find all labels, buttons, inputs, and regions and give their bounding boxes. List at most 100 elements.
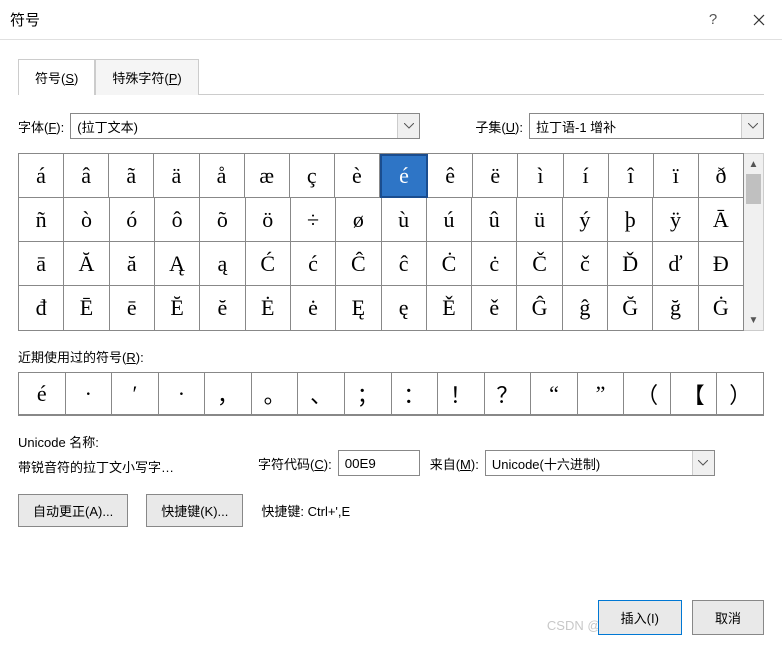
grid-cell[interactable]: ĕ: [200, 286, 245, 330]
grid-cell[interactable]: Ē: [64, 286, 109, 330]
grid-cell[interactable]: ñ: [19, 198, 64, 242]
grid-cell[interactable]: ý: [563, 198, 608, 242]
unicode-name-area: Unicode 名称: 带锐音符的拉丁文小写字… 字符代码(C): 来自(M):…: [18, 432, 764, 476]
grid-cell[interactable]: Č: [517, 242, 562, 286]
grid-cell[interactable]: ğ: [653, 286, 698, 330]
grid-cell[interactable]: ā: [19, 242, 64, 286]
recent-cell[interactable]: 。: [252, 373, 299, 415]
help-button[interactable]: ?: [690, 0, 736, 40]
grid-cell[interactable]: ø: [336, 198, 381, 242]
grid-cell[interactable]: ó: [110, 198, 155, 242]
grid-cell[interactable]: þ: [608, 198, 653, 242]
grid-cell[interactable]: Ę: [336, 286, 381, 330]
grid-cell[interactable]: ð: [699, 154, 743, 198]
autocorrect-button[interactable]: 自动更正(A)...: [18, 494, 128, 527]
recent-cell[interactable]: ，: [205, 373, 252, 415]
grid-cell[interactable]: ć: [291, 242, 336, 286]
grid-cell[interactable]: ê: [428, 154, 473, 198]
grid-cell[interactable]: è: [335, 154, 380, 198]
from-select[interactable]: Unicode(十六进制): [485, 450, 715, 476]
grid-cell[interactable]: Ĕ: [155, 286, 200, 330]
tab-special-chars[interactable]: 特殊字符(P): [95, 59, 198, 95]
grid-cell[interactable]: Ė: [246, 286, 291, 330]
close-button[interactable]: [736, 0, 782, 40]
recent-cell[interactable]: ·: [66, 373, 113, 415]
grid-cell[interactable]: Ā: [699, 198, 743, 242]
recent-cell[interactable]: ？: [485, 373, 532, 415]
recent-cell[interactable]: ”: [578, 373, 625, 415]
grid-cell[interactable]: Ď: [608, 242, 653, 286]
recent-cell[interactable]: “: [531, 373, 578, 415]
recent-cell[interactable]: ；: [345, 373, 392, 415]
window-title: 符号: [10, 9, 690, 30]
grid-cell[interactable]: č: [563, 242, 608, 286]
grid-cell[interactable]: ä: [154, 154, 199, 198]
tab-symbols[interactable]: 符号(S): [18, 59, 95, 95]
grid-cell[interactable]: ę: [382, 286, 427, 330]
grid-cell[interactable]: ă: [110, 242, 155, 286]
grid-cell[interactable]: Ă: [64, 242, 109, 286]
grid-cell[interactable]: đ: [19, 286, 64, 330]
grid-cell[interactable]: ě: [472, 286, 517, 330]
grid-cell[interactable]: Ć: [246, 242, 291, 286]
grid-cell[interactable]: Ğ: [608, 286, 653, 330]
grid-cell[interactable]: ė: [291, 286, 336, 330]
recent-cell[interactable]: é: [19, 373, 66, 415]
grid-cell[interactable]: ÷: [291, 198, 336, 242]
grid-cell[interactable]: õ: [200, 198, 245, 242]
recent-cell[interactable]: ！: [438, 373, 485, 415]
grid-cell[interactable]: ë: [473, 154, 518, 198]
grid-scrollbar[interactable]: ▲ ▼: [744, 153, 764, 331]
recent-cell[interactable]: 、: [298, 373, 345, 415]
grid-cell[interactable]: Ĝ: [517, 286, 562, 330]
grid-cell[interactable]: Ě: [427, 286, 472, 330]
grid-cell[interactable]: í: [564, 154, 609, 198]
grid-cell[interactable]: ã: [109, 154, 154, 198]
grid-cell[interactable]: ì: [518, 154, 563, 198]
grid-cell[interactable]: Ċ: [427, 242, 472, 286]
grid-cell[interactable]: æ: [245, 154, 290, 198]
insert-button[interactable]: 插入(I): [598, 600, 682, 635]
grid-cell[interactable]: ô: [155, 198, 200, 242]
shortcut-button[interactable]: 快捷键(K)...: [146, 494, 243, 527]
grid-cell[interactable]: ï: [654, 154, 699, 198]
recent-cell[interactable]: ）: [717, 373, 763, 415]
grid-cell[interactable]: ą: [200, 242, 245, 286]
recent-cell[interactable]: （: [624, 373, 671, 415]
recent-cell[interactable]: 【: [671, 373, 718, 415]
grid-cell[interactable]: ē: [110, 286, 155, 330]
recent-cell[interactable]: ：: [392, 373, 439, 415]
recent-cell[interactable]: ·: [159, 373, 206, 415]
grid-cell[interactable]: ÿ: [653, 198, 698, 242]
grid-cell[interactable]: ù: [382, 198, 427, 242]
grid-cell[interactable]: Ĉ: [336, 242, 381, 286]
grid-cell[interactable]: ú: [427, 198, 472, 242]
grid-cell[interactable]: û: [472, 198, 517, 242]
cancel-button[interactable]: 取消: [692, 600, 764, 635]
scroll-up-icon[interactable]: ▲: [744, 154, 763, 174]
grid-cell[interactable]: ċ: [472, 242, 517, 286]
recent-cell[interactable]: ′: [112, 373, 159, 415]
grid-cell[interactable]: ö: [246, 198, 291, 242]
grid-cell[interactable]: ü: [517, 198, 562, 242]
recent-grid[interactable]: é·′·，。、；：！？“”（【）: [18, 372, 764, 416]
grid-cell[interactable]: ĉ: [382, 242, 427, 286]
grid-cell[interactable]: ĝ: [563, 286, 608, 330]
grid-cell[interactable]: â: [64, 154, 109, 198]
grid-cell[interactable]: é: [380, 154, 428, 198]
grid-cell[interactable]: Ġ: [699, 286, 743, 330]
grid-cell[interactable]: å: [200, 154, 245, 198]
character-grid[interactable]: áâãäåæçèéêëìíîïð ñòóôõö÷øùúûüýþÿĀāĂăĄąĆćĈ…: [18, 153, 744, 331]
font-select[interactable]: (拉丁文本): [70, 113, 420, 139]
scroll-thumb[interactable]: [746, 174, 761, 204]
grid-cell[interactable]: ò: [64, 198, 109, 242]
grid-cell[interactable]: î: [609, 154, 654, 198]
grid-cell[interactable]: Đ: [699, 242, 743, 286]
subset-select[interactable]: 拉丁语-1 增补: [529, 113, 764, 139]
char-code-input[interactable]: [338, 450, 420, 476]
grid-cell[interactable]: á: [19, 154, 64, 198]
grid-cell[interactable]: ď: [653, 242, 698, 286]
grid-cell[interactable]: Ą: [155, 242, 200, 286]
grid-cell[interactable]: ç: [290, 154, 335, 198]
scroll-down-icon[interactable]: ▼: [744, 310, 763, 330]
